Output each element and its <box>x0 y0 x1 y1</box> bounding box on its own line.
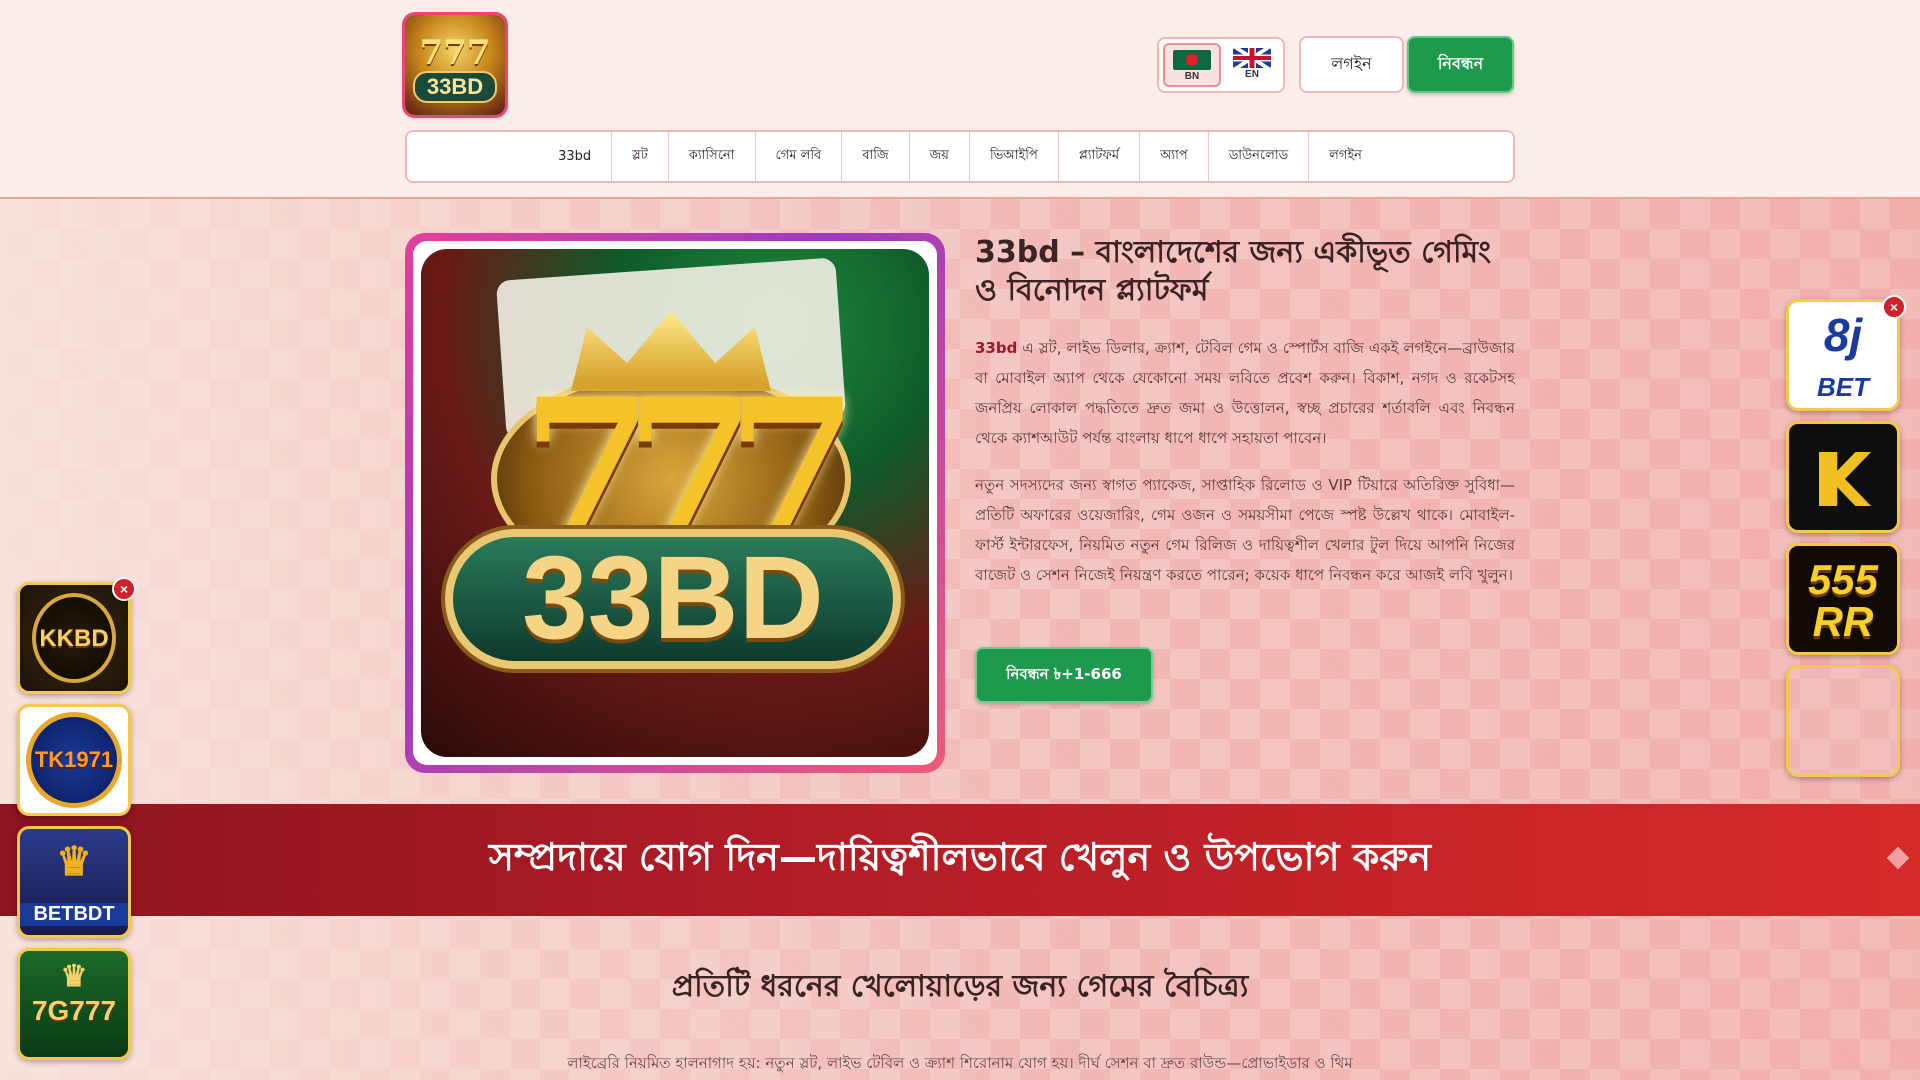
close-right-ads-button[interactable]: × <box>1882 295 1906 319</box>
hero-paragraph-2: নতুন সদস্যদের জন্য স্বাগত প্যাকেজ, সাপ্ত… <box>975 476 1515 584</box>
logo-text: 33BD <box>413 71 497 103</box>
nav-item-game-lobby[interactable]: গেম লবি <box>756 132 843 181</box>
ad-label: BET <box>1817 372 1869 402</box>
hero-logo-text: 33BD <box>522 532 824 664</box>
ad-kkbd[interactable]: KKBD <box>17 582 131 694</box>
nav-item-vip[interactable]: ভিআইপি <box>970 132 1059 181</box>
ad-label: 7G777 <box>31 995 117 1026</box>
site-logo[interactable]: 777 33BD <box>405 15 505 115</box>
hero-title: 33bd – বাংলাদেশের জন্য একীভূত গেমিং ও বি… <box>975 235 1492 308</box>
language-switcher: BN EN <box>1157 37 1285 93</box>
crown-icon: ♛ <box>60 960 88 993</box>
hero-paragraph-1: 33bd এ স্লট, লাইভ ডিলার, ক্র্যাশ, টেবিল … <box>975 333 1515 453</box>
section-title: প্রতিটি ধরনের খেলোয়াড়ের জন্য গেমের বৈচ… <box>671 969 1249 1004</box>
lang-option-bn[interactable]: BN <box>1163 43 1221 87</box>
main-nav: 33bd স্লট ক্যাসিনো গেম লবি বাজি জয় ভিআই… <box>405 130 1515 183</box>
ad-7g777[interactable]: ♛ 7G777 <box>17 948 131 1060</box>
nav-item-33bd[interactable]: 33bd <box>538 132 613 181</box>
register-button[interactable]: নিবন্ধন <box>1407 36 1514 93</box>
ad-k-brand[interactable] <box>1786 421 1900 533</box>
lion-crest-icon: ♛ <box>56 840 92 884</box>
lang-option-en[interactable]: EN <box>1223 43 1281 87</box>
nav-item-app[interactable]: অ্যাপ <box>1140 132 1209 181</box>
ad-betbdt[interactable]: ♛ BETBDT <box>17 826 131 938</box>
nav-item-casino[interactable]: ক্যাসিনো <box>669 132 756 181</box>
ad-label: KKBD <box>39 625 109 652</box>
banner-title: সম্প্রদায়ে যোগ দিন—দায়িত্বশীলভাবে খেলু… <box>488 835 1432 879</box>
ad-empty-slot[interactable] <box>1786 665 1900 777</box>
bangladesh-flag-icon <box>1173 50 1211 70</box>
uk-flag-icon <box>1233 48 1271 68</box>
lang-code: BN <box>1184 71 1200 82</box>
hero-image-frame: 777 33BD <box>405 233 945 773</box>
nav-item-download[interactable]: ডাউনলোড <box>1209 132 1310 181</box>
ad-tk1971[interactable]: TK1971 <box>17 704 131 816</box>
ad-555rr[interactable]: 555 RR <box>1786 543 1900 655</box>
community-banner: সম্প্রদায়ে যোগ দিন—দায়িত্বশীলভাবে খেলু… <box>0 804 1920 916</box>
nav-item-login[interactable]: লগইন <box>1309 132 1382 181</box>
nav-item-platform[interactable]: প্ল্যাটফর্ম <box>1059 132 1141 181</box>
hero-paragraph-1-text: এ স্লট, লাইভ ডিলার, ক্র্যাশ, টেবিল গেম ও… <box>975 339 1515 447</box>
page-background <box>0 199 1920 1080</box>
register-cta-button[interactable]: নিবন্ধন ৳+1-666 <box>975 647 1153 703</box>
ad-label-top: 555 <box>1807 556 1879 603</box>
site-header: 777 33BD BN EN লগইন নিবন্ধন 33bd স্লট ক্… <box>0 0 1920 199</box>
hero-image-border: 777 33BD <box>413 241 937 765</box>
logo-sevens: 777 <box>419 33 491 73</box>
ad-label: TK1971 <box>34 747 114 772</box>
close-left-ads-button[interactable]: × <box>112 577 136 601</box>
hero-app-icon: 777 33BD <box>421 249 929 757</box>
k-logo-icon <box>1819 452 1871 506</box>
login-button[interactable]: লগইন <box>1299 36 1404 93</box>
ad-8jbet[interactable]: 8j BET <box>1786 299 1900 411</box>
diamond-icon <box>1886 846 1910 870</box>
nav-item-slot[interactable]: স্লট <box>612 132 669 181</box>
ad-label-top: 8j <box>1823 309 1863 361</box>
nav-item-betting[interactable]: বাজি <box>842 132 910 181</box>
section-text: লাইব্রেরি নিয়মিত হালনাগাদ হয়: নতুন স্ল… <box>567 1054 1353 1072</box>
ad-label: BETBDT <box>20 903 128 926</box>
ad-label: RR <box>1812 598 1874 645</box>
lang-code: EN <box>1245 69 1259 80</box>
brand-name: 33bd <box>975 339 1018 357</box>
hero-logo-plate: 33BD <box>445 529 901 669</box>
nav-item-win[interactable]: জয় <box>910 132 970 181</box>
